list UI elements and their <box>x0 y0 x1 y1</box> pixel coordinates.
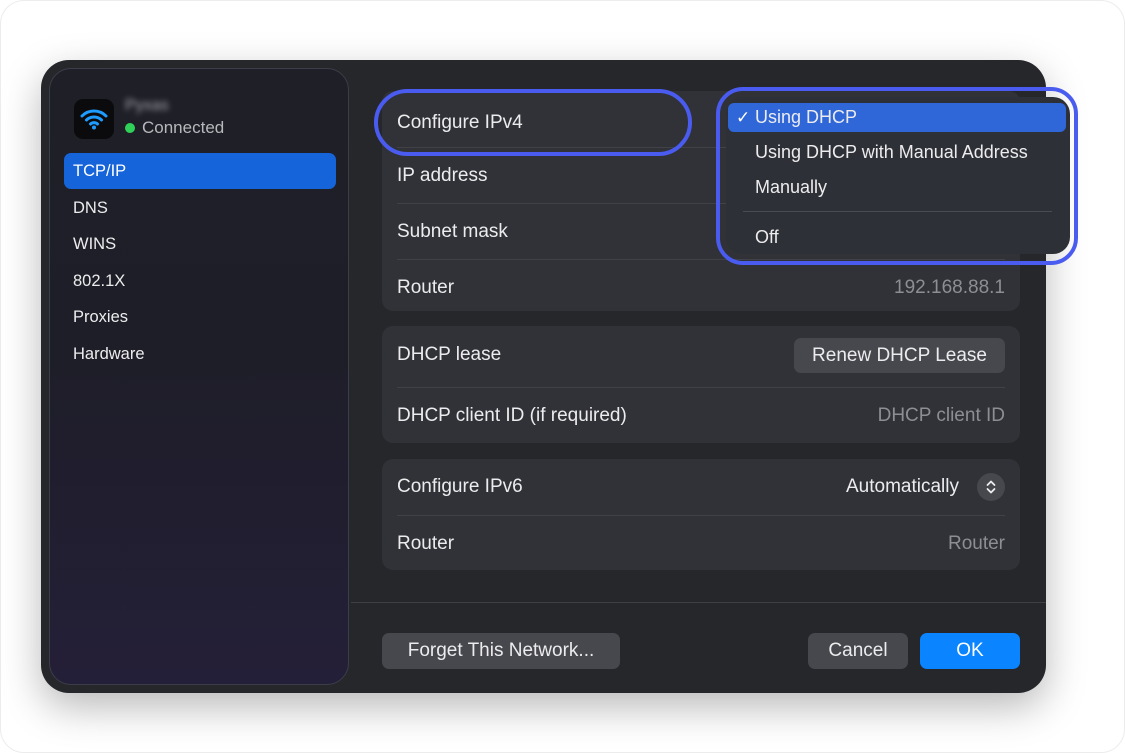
configure-ipv6-label: Configure IPv6 <box>397 476 523 497</box>
connection-status: Connected <box>125 118 224 138</box>
sidebar-list: TCP/IP DNS WINS 802.1X Proxies Hardware <box>64 153 336 372</box>
sidebar-item-hardware[interactable]: Hardware <box>64 336 336 372</box>
ipv6-group: Configure IPv6 Automatically Router Rout… <box>382 459 1020 570</box>
ipv6-router-row: Router Router <box>397 515 1005 572</box>
router-value: 192.168.88.1 <box>894 277 1005 298</box>
ipv6-router-field[interactable]: Router <box>948 533 1005 555</box>
cancel-button[interactable]: Cancel <box>808 633 908 669</box>
footer-divider <box>351 602 1046 603</box>
network-name: Pyxas <box>125 97 169 114</box>
configure-ipv4-highlight <box>374 89 692 156</box>
wifi-icon <box>74 99 114 139</box>
dropdown-menu-highlight <box>716 87 1078 265</box>
sidebar-item-dns[interactable]: DNS <box>64 190 336 226</box>
renew-dhcp-lease-button[interactable]: Renew DHCP Lease <box>794 337 1005 373</box>
connected-status-dot <box>125 123 135 133</box>
dhcp-client-id-field[interactable]: DHCP client ID <box>878 405 1005 427</box>
ip-address-label: IP address <box>397 165 488 186</box>
sidebar: Pyxas Connected TCP/IP DNS WINS 802.1X P… <box>49 68 349 685</box>
sidebar-item-wins[interactable]: WINS <box>64 226 336 262</box>
configure-ipv6-row: Configure IPv6 Automatically <box>397 459 1005 515</box>
configure-ipv6-popup[interactable]: Automatically <box>846 473 1005 501</box>
configure-ipv6-value: Automatically <box>846 476 959 497</box>
ok-button[interactable]: OK <box>920 633 1020 669</box>
dhcp-group: DHCP lease Renew DHCP Lease DHCP client … <box>382 326 1020 443</box>
dhcp-client-id-row: DHCP client ID (if required) DHCP client… <box>397 387 1005 444</box>
ipv6-router-label: Router <box>397 533 455 554</box>
router-row: Router 192.168.88.1 <box>397 259 1005 316</box>
dhcp-client-id-label: DHCP client ID (if required) <box>397 405 627 426</box>
sidebar-item-proxies[interactable]: Proxies <box>64 299 336 335</box>
forget-network-button[interactable]: Forget This Network... <box>382 633 620 669</box>
up-down-chevron-icon <box>977 473 1005 501</box>
dhcp-lease-label: DHCP lease <box>397 344 502 365</box>
connection-status-text: Connected <box>142 118 225 137</box>
sidebar-item-8021x[interactable]: 802.1X <box>64 263 336 299</box>
network-header: Pyxas Connected <box>74 97 334 147</box>
sidebar-item-tcpip[interactable]: TCP/IP <box>64 153 336 189</box>
router-label: Router <box>397 277 455 298</box>
dhcp-lease-row: DHCP lease Renew DHCP Lease <box>397 327 1005 383</box>
subnet-mask-label: Subnet mask <box>397 221 508 242</box>
